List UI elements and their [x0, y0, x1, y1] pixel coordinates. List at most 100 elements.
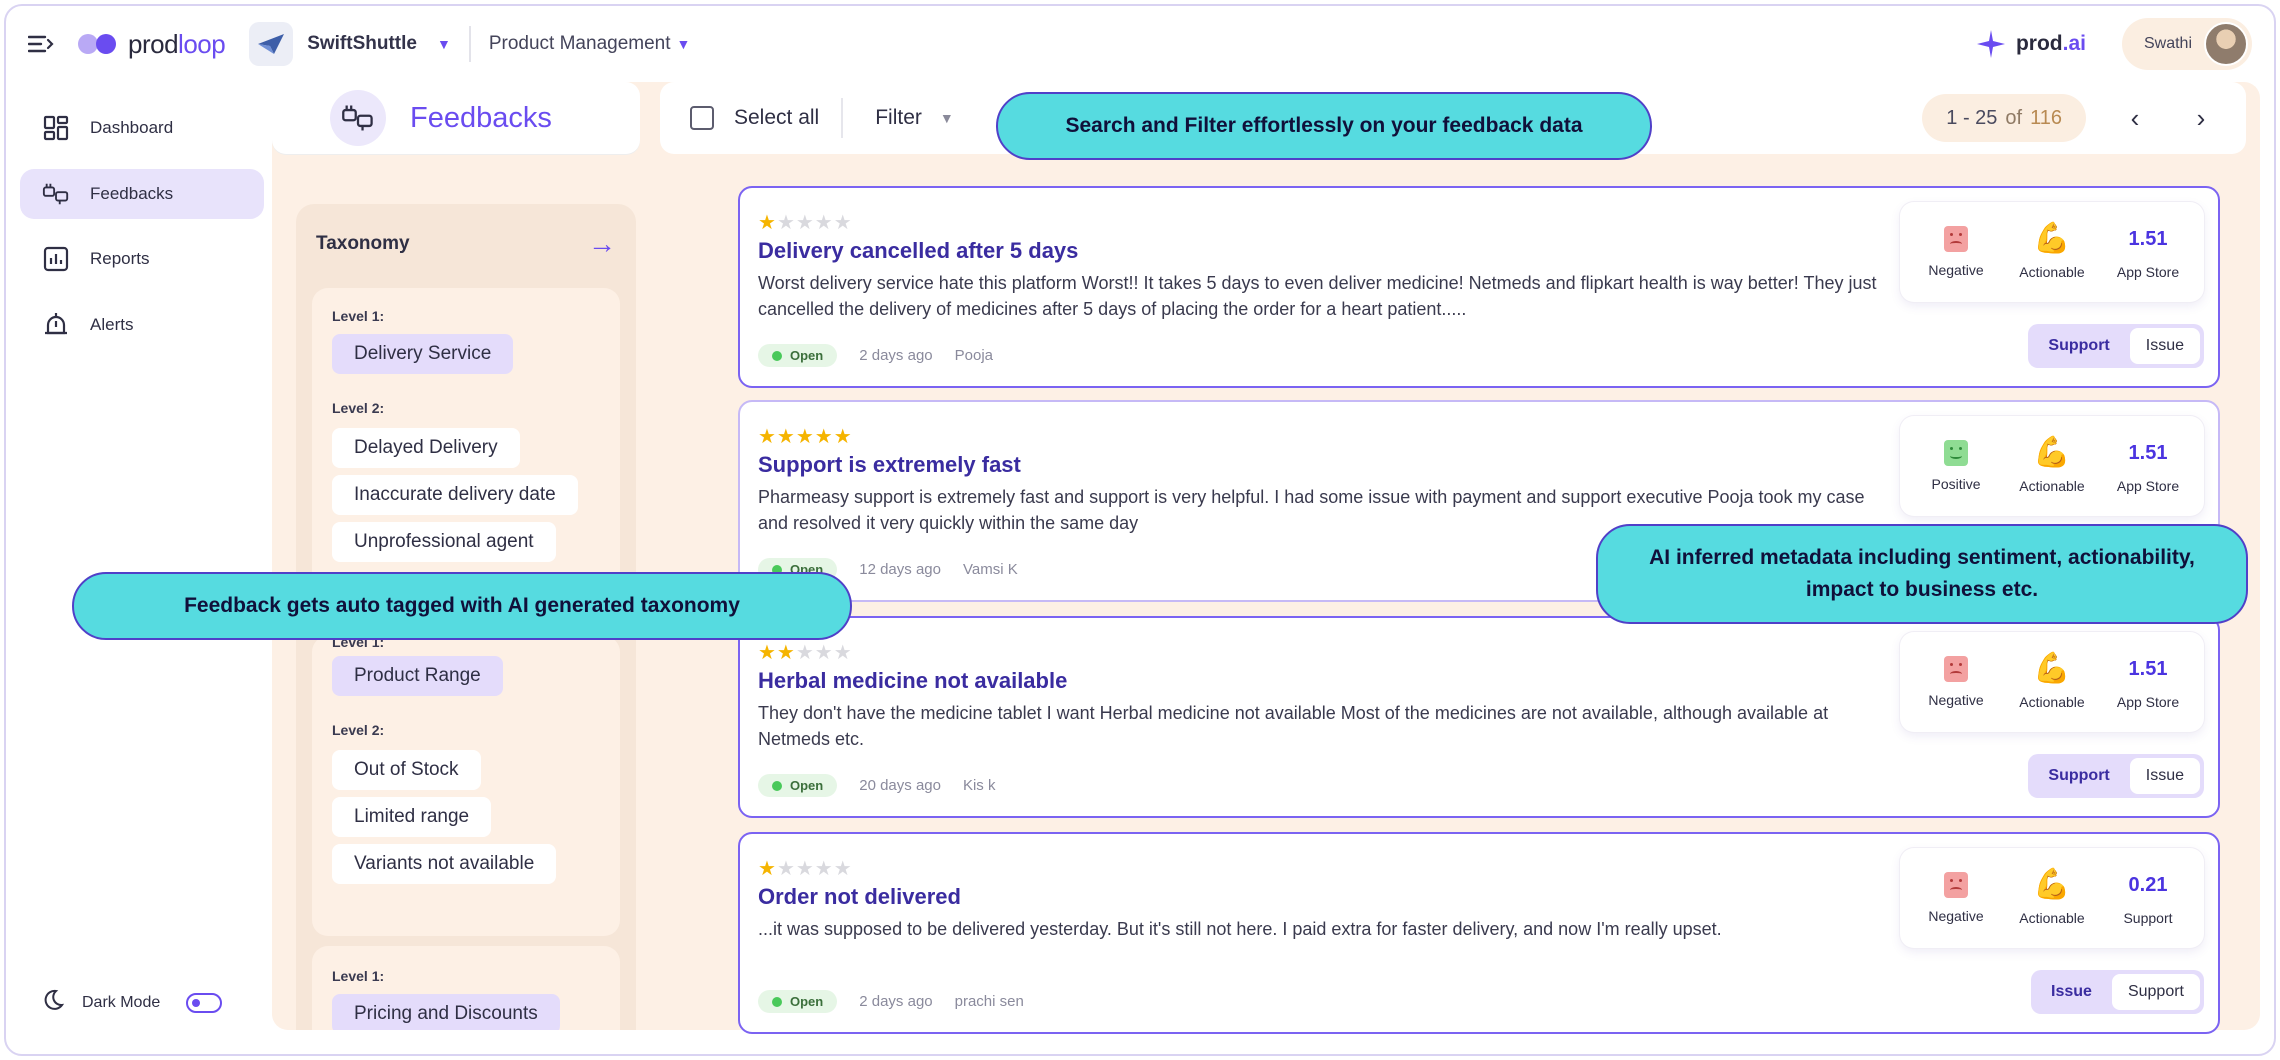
- star-rating: ★★★★★: [758, 210, 853, 235]
- source-label: App Store: [2116, 478, 2180, 494]
- feedback-card[interactable]: ★★★★★ Herbal medicine not available They…: [738, 616, 2220, 818]
- status-dot-icon: [772, 996, 782, 1007]
- avatar: [2204, 22, 2248, 66]
- tag-chip[interactable]: Support: [2111, 974, 2200, 1010]
- sentiment-label: Positive: [1931, 476, 1981, 492]
- star-filled-icon: ★: [758, 858, 777, 880]
- source-label: App Store: [2116, 264, 2180, 280]
- sentiment-label: Negative: [1928, 692, 1984, 708]
- logo-text-main: prod: [128, 28, 179, 59]
- filter-button[interactable]: Filter ▼: [875, 106, 954, 130]
- feedback-time: 12 days ago: [859, 561, 941, 578]
- pagination-info: 1 - 25 of 116: [1922, 94, 2086, 142]
- status-badge[interactable]: Open: [758, 990, 838, 1013]
- status-dot-icon: [772, 350, 782, 361]
- actionability-label: Actionable: [2019, 478, 2085, 494]
- sad-face-icon: [1944, 226, 1968, 252]
- taxonomy-header: Taxonomy →: [316, 228, 616, 260]
- impact-metric: 0.21 Support: [2104, 870, 2192, 926]
- pagination-total: 116: [2030, 106, 2062, 129]
- taxonomy-chip[interactable]: Inaccurate delivery date: [332, 475, 578, 515]
- section-name: Product Management: [488, 33, 671, 54]
- section-selector[interactable]: Product Management ▼: [489, 33, 691, 55]
- star-rating: ★★★★★: [758, 424, 853, 449]
- workspace-selector[interactable]: SwiftShuttle ▼: [249, 22, 471, 66]
- impact-metric: 1.51 App Store: [2104, 654, 2192, 710]
- prod-ai-button[interactable]: prod.ai: [1976, 29, 2086, 59]
- page-header: Feedbacks: [272, 82, 640, 154]
- tag-chip[interactable]: Support: [2032, 328, 2125, 364]
- impact-metric: 1.51 App Store: [2104, 224, 2192, 280]
- taxonomy-chip[interactable]: Delayed Delivery: [332, 428, 520, 468]
- tag-chip[interactable]: Issue: [2129, 328, 2200, 364]
- sidebar-item-alerts[interactable]: Alerts: [20, 300, 264, 350]
- app-frame: prodloop SwiftShuttle ▼ Product Manageme…: [4, 4, 2276, 1056]
- select-all-checkbox[interactable]: [690, 106, 714, 130]
- chevron-down-icon: ▼: [436, 36, 451, 52]
- tag-chip[interactable]: Issue: [2035, 974, 2108, 1010]
- source-label: App Store: [2116, 694, 2180, 710]
- sidebar-item-reports[interactable]: Reports: [20, 234, 264, 284]
- workspace-logo-icon: [249, 22, 294, 66]
- sidebar-item-label: Reports: [90, 249, 150, 268]
- previous-page-button[interactable]: ‹: [2120, 100, 2150, 136]
- impact-score: 0.21: [2128, 874, 2168, 896]
- callout-taxonomy: Feedback gets auto tagged with AI genera…: [72, 572, 852, 640]
- flexed-arm-icon: 💪: [2033, 222, 2071, 255]
- actionability-metric: 💪 Actionable: [2008, 222, 2096, 281]
- arrow-right-icon[interactable]: →: [588, 228, 616, 260]
- feedback-meta: Open 2 days ago Pooja: [758, 344, 993, 367]
- sentiment-label: Negative: [1928, 262, 1984, 278]
- flexed-arm-icon: 💪: [2033, 868, 2071, 901]
- prodloop-logo[interactable]: prodloop: [78, 28, 226, 60]
- taxonomy-chip[interactable]: Product Range: [332, 656, 503, 696]
- status-badge[interactable]: Open: [758, 344, 838, 367]
- status-dot-icon: [772, 780, 782, 791]
- feedback-author: Vamsi K: [962, 561, 1018, 578]
- status-label: Open: [790, 994, 824, 1009]
- feedback-time: 20 days ago: [859, 777, 941, 794]
- feedback-author: Kis k: [962, 777, 996, 794]
- tag-chip[interactable]: Issue: [2129, 758, 2200, 794]
- pagination-of: of: [2005, 106, 2023, 129]
- user-menu[interactable]: Swathi: [2121, 18, 2252, 70]
- level-1-label: Level 1:: [332, 968, 385, 984]
- taxonomy-chip[interactable]: Out of Stock: [332, 750, 481, 790]
- dark-mode-toggle[interactable]: [186, 992, 223, 1013]
- sentiment-metric: Positive: [1912, 440, 2000, 492]
- actionability-label: Actionable: [2019, 910, 2085, 926]
- taxonomy-chip[interactable]: Limited range: [332, 797, 492, 837]
- sidebar-item-dashboard[interactable]: Dashboard: [20, 103, 264, 153]
- sidebar-item-label: Feedbacks: [90, 184, 174, 203]
- select-all-label[interactable]: Select all: [734, 98, 844, 138]
- prod-ai-label: prod.ai: [2016, 32, 2086, 56]
- sidebar-item-feedbacks[interactable]: Feedbacks: [20, 169, 264, 219]
- feedback-card[interactable]: ★★★★★ Order not delivered ...it was supp…: [738, 832, 2220, 1034]
- page-title: Feedbacks: [410, 101, 552, 134]
- logo-text-accent: loop: [178, 28, 226, 59]
- status-badge[interactable]: Open: [758, 774, 838, 797]
- taxonomy-chip[interactable]: Unprofessional agent: [332, 522, 556, 562]
- taxonomy-chip[interactable]: Variants not available: [332, 844, 557, 884]
- tag-chip[interactable]: Support: [2032, 758, 2125, 794]
- star-filled-icon: ★★★★★: [758, 426, 853, 448]
- taxonomy-chip[interactable]: Delivery Service: [332, 334, 514, 374]
- feedback-time: 2 days ago: [859, 347, 933, 364]
- feedback-title: Support is extremely fast: [758, 452, 1021, 477]
- taxonomy-chip[interactable]: Pricing and Discounts: [332, 994, 560, 1030]
- sad-face-icon: [1944, 656, 1968, 682]
- metadata-panel: Negative 💪 Actionable 0.21 Support: [1900, 848, 2204, 948]
- star-rating: ★★★★★: [758, 640, 853, 665]
- collapse-menu-icon[interactable]: [28, 33, 56, 55]
- impact-score: 1.51: [2128, 228, 2168, 250]
- tag-group: Issue Support: [2031, 970, 2204, 1014]
- feedbacks-icon: [42, 180, 70, 208]
- level-1-label: Level 1:: [332, 308, 385, 324]
- feedback-title: Herbal medicine not available: [758, 668, 1068, 693]
- next-page-button[interactable]: ›: [2186, 100, 2216, 136]
- impact-metric: 1.51 App Store: [2104, 438, 2192, 494]
- taxonomy-group: Level 1: Product Range Level 2: Out of S…: [312, 634, 620, 936]
- feedback-card[interactable]: ★★★★★ Delivery cancelled after 5 days Wo…: [738, 186, 2220, 388]
- actionability-metric: 💪 Actionable: [2008, 438, 2096, 495]
- reports-icon: [42, 245, 70, 273]
